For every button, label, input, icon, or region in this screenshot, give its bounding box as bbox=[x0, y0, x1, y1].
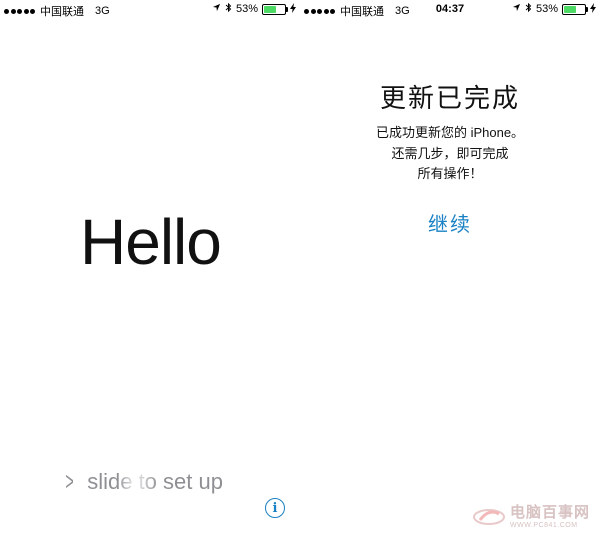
network-type: 3G bbox=[95, 5, 110, 17]
update-message-line-3: 所有操作！ bbox=[417, 166, 483, 181]
bluetooth-icon bbox=[525, 2, 532, 16]
chevron-right-icon: > bbox=[65, 466, 74, 496]
carrier-name: 中国联通 bbox=[40, 6, 84, 18]
hello-greeting: Hello bbox=[80, 206, 222, 278]
status-right: 53% bbox=[512, 2, 596, 16]
watermark-name: 电脑百事网 bbox=[509, 504, 590, 521]
info-icon: i bbox=[272, 500, 278, 516]
info-button[interactable]: i bbox=[265, 498, 285, 518]
slide-to-setup-label: slide to set up bbox=[87, 468, 223, 494]
battery-percent: 53% bbox=[235, 3, 258, 15]
location-arrow-icon bbox=[512, 3, 521, 15]
continue-button[interactable]: 继续 bbox=[300, 208, 600, 237]
status-left: 中国联通 3G bbox=[4, 3, 110, 19]
status-bar: 中国联通 3G 04:37 53% bbox=[300, 0, 600, 20]
charging-bolt-icon bbox=[290, 2, 296, 16]
watermark-text: 电脑百事网 WWW.PC841.COM bbox=[510, 505, 590, 529]
update-message-line-2: 还需几步，即可完成 bbox=[391, 146, 509, 161]
watermark-logo-icon bbox=[472, 506, 506, 528]
status-right: 53% bbox=[212, 2, 296, 16]
battery-percent: 53% bbox=[535, 3, 558, 15]
status-bar: 中国联通 3G 53% bbox=[0, 0, 300, 20]
screenshot-pair: 中国联通 3G 53% Hello > slide to set up i 中国… bbox=[0, 0, 600, 533]
update-message-line-1: 已成功更新您的 iPhone。 bbox=[375, 125, 525, 140]
update-complete-screen: 中国联通 3G 04:37 53% 更新已完成 已成功更新您的 iPhone。 … bbox=[300, 0, 600, 533]
watermark: 电脑百事网 WWW.PC841.COM bbox=[472, 505, 590, 529]
update-complete-title: 更新已完成 bbox=[379, 83, 520, 113]
charging-bolt-icon bbox=[590, 2, 596, 16]
hello-screen: 中国联通 3G 53% Hello > slide to set up i bbox=[0, 0, 300, 533]
watermark-url: WWW.PC841.COM bbox=[509, 522, 578, 529]
location-arrow-icon bbox=[212, 3, 221, 15]
bluetooth-icon bbox=[225, 2, 232, 16]
battery-icon bbox=[562, 3, 588, 15]
slide-to-setup-control[interactable]: > slide to set up bbox=[62, 466, 223, 497]
signal-strength-icon bbox=[4, 8, 35, 14]
battery-icon bbox=[262, 3, 288, 15]
